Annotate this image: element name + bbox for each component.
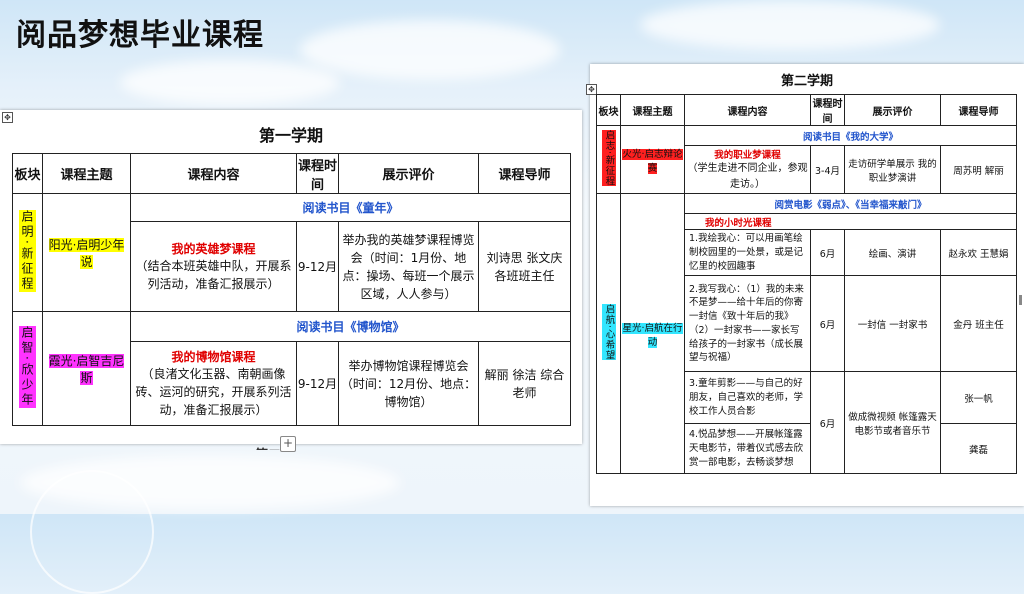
row-content: 4.悦品梦想——开展帐篷露天电影节，带着仪式感去欣赏一部电影，去畅谈梦想 <box>684 423 811 475</box>
semester2-panel: ✥ 第二学期 板块 课程主题 课程内容 课程时间 展示评价 课程导师 启志·新征… <box>586 64 1024 506</box>
next-table-title-cutoff: 第二 <box>255 444 315 450</box>
semester2-table: 板块 课程主题 课程内容 课程时间 展示评价 课程导师 启志·新征程 火光·启志… <box>596 94 1017 475</box>
semester1-table: 板块 课程主题 课程内容 课程时间 展示评价 课程导师 启明·新征程 阳光·启明… <box>12 153 571 426</box>
bubble-decoration <box>30 470 154 594</box>
sub-course-title: 我的小时光课程 <box>684 213 1017 230</box>
row-time: 6月 <box>810 228 845 277</box>
section-cell: 启志·新征程 <box>596 125 621 194</box>
header-time: 课程时间 <box>810 94 845 126</box>
course-desc: （结合本班英雄中队，开展系列活动，准备汇报展示） <box>135 259 292 291</box>
header-eval: 展示评价 <box>844 94 941 126</box>
theme-label: 星光·启航在行动 <box>622 322 683 348</box>
row-tutor: 龚磊 <box>940 423 1017 475</box>
header-tutor: 课程导师 <box>478 153 571 194</box>
row-time: 6月 <box>810 275 845 373</box>
semester1-title: 第一学期 <box>258 126 323 145</box>
course-eval: 走访研学单展示 我的职业梦演讲 <box>844 145 941 194</box>
row-tutor: 张一帆 <box>940 371 1017 425</box>
theme-cell: 火光·启志辩论赛 <box>620 125 685 194</box>
course-title: 我的博物馆课程 <box>171 350 256 364</box>
theme-cell: 霞光·启智吉尼斯 <box>42 311 131 426</box>
section-label: 启智·欣少年 <box>19 326 36 408</box>
course-tutor: 周苏明 解丽 <box>940 145 1017 194</box>
course-content-cell: 我的职业梦课程 （学生走进不同企业，参观走访。） <box>684 145 811 194</box>
reading-row: 阅读书目《童年》 <box>130 193 571 222</box>
row-eval: 一封信 一封家书 <box>844 275 941 373</box>
header-theme: 课程主题 <box>42 153 131 194</box>
section-cell: 启航·心希望 <box>596 192 621 475</box>
course-time: 9-12月 <box>296 341 339 426</box>
course-desc: （学生走进不同企业，参观走访。） <box>687 163 808 190</box>
reading-row: 阅赏电影《弱点》、《当幸福来敲门》 <box>684 193 1017 214</box>
table-header-row: 板块 课程主题 课程内容 课程时间 展示评价 课程导师 <box>596 94 1017 126</box>
row-tutor: 金丹 班主任 <box>940 275 1017 373</box>
section-label: 启明·新征程 <box>19 210 36 292</box>
header-time: 课程时间 <box>296 153 339 194</box>
course-title: 我的英雄梦课程 <box>171 242 256 256</box>
course-eval: 举办我的英雄梦课程博览会（时间：1月份、地点：操场、每班一个展示区域，人人参与） <box>338 221 479 312</box>
cloud-decoration <box>120 60 340 105</box>
row-content: 3.童年剪影——与自己的好朋友，自己喜欢的老师，学校工作人员合影 <box>684 371 811 425</box>
semester2-title: 第二学期 <box>780 74 833 89</box>
course-time: 3-4月 <box>810 145 845 194</box>
row-eval: 做成微视频 帐篷露天电影节或者音乐节 <box>844 371 941 475</box>
theme-cell: 阳光·启明少年说 <box>42 193 131 312</box>
course-content-cell: 我的英雄梦课程 （结合本班英雄中队，开展系列活动，准备汇报展示） <box>130 221 297 312</box>
theme-cell: 星光·启航在行动 <box>620 192 685 475</box>
row-eval: 绘画、演讲 <box>844 228 941 277</box>
section-cell: 启智·欣少年 <box>12 311 43 426</box>
row-tutor: 赵永欢 王慧娟 <box>940 228 1017 277</box>
course-tutor: 解丽 徐洁 综合老师 <box>478 341 571 426</box>
header-content: 课程内容 <box>130 153 297 194</box>
course-eval: 举办博物馆课程博览会（时间：12月份、地点：博物馆） <box>338 341 479 426</box>
cloud-decoration <box>640 0 940 50</box>
header-section: 板块 <box>596 94 621 126</box>
slide-title: 阅品梦想毕业课程 <box>16 18 264 53</box>
theme-label: 火光·启志辩论赛 <box>622 148 683 174</box>
header-eval: 展示评价 <box>338 153 479 194</box>
section-label: 启志·新征程 <box>601 129 616 187</box>
header-theme: 课程主题 <box>620 94 685 126</box>
table-header-row: 板块 课程主题 课程内容 课程时间 展示评价 课程导师 <box>12 153 571 194</box>
row-content: 1.我绘我心：可以用画笔绘制校园里的一处景，或是记忆里的校园趣事 <box>684 228 811 277</box>
course-tutor: 刘诗思 张文庆 各班班主任 <box>478 221 571 312</box>
cloud-decoration <box>300 20 560 80</box>
row-content: 2.我写我心：（1）我的未来不是梦——给十年后的你寄一封信《致十年后的我》（2）… <box>684 275 811 373</box>
scroll-indicator <box>1019 295 1022 305</box>
theme-label: 霞光·启智吉尼斯 <box>48 353 125 385</box>
header-section: 板块 <box>12 153 43 194</box>
row-time: 6月 <box>810 371 845 475</box>
semester1-panel: ✥ 第一学期 板块 课程主题 课程内容 课程时间 展示评价 课程导师 启明·新征… <box>0 110 582 452</box>
theme-label: 阳光·启明少年说 <box>48 237 125 269</box>
header-tutor: 课程导师 <box>940 94 1017 126</box>
course-content-cell: 我的博物馆课程 （良渚文化玉器、南朝画像砖、运河的研究，开展系列活动，准备汇报展… <box>130 341 297 426</box>
section-label: 启航·心希望 <box>601 303 616 361</box>
course-title: 我的职业梦课程 <box>714 150 781 161</box>
course-desc: （良渚文化玉器、南朝画像砖、运河的研究，开展系列活动，准备汇报展示） <box>135 367 292 417</box>
header-content: 课程内容 <box>684 94 811 126</box>
section-cell: 启明·新征程 <box>12 193 43 312</box>
course-time: 9-12月 <box>296 221 339 312</box>
reading-row: 阅读书目《博物馆》 <box>130 311 571 342</box>
reading-row: 阅读书目《我的大学》 <box>684 125 1017 146</box>
